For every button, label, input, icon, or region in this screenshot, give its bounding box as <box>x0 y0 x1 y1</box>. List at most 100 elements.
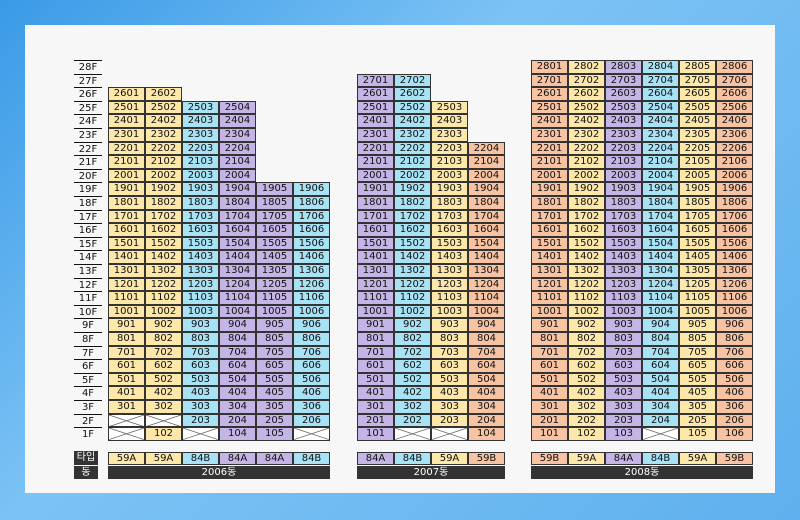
unit-cell: 902 <box>394 318 431 332</box>
unit-cell: 1804 <box>219 196 256 210</box>
unit-cell: 1402 <box>394 250 431 264</box>
floor-label-19f: 19F <box>74 182 102 195</box>
unit-cell: 1102 <box>394 291 431 305</box>
unit-type-label: 59A <box>108 452 145 465</box>
unit-cell: 1303 <box>431 264 468 278</box>
unit-cell: 401 <box>531 386 568 400</box>
unit-cell: 802 <box>145 332 182 346</box>
unit-cell: 404 <box>468 386 505 400</box>
unit-cell: 1704 <box>219 209 256 224</box>
unit-cell: 1902 <box>568 182 605 196</box>
unit-cell: 2703 <box>605 73 642 88</box>
unit-cell: 1703 <box>605 209 642 224</box>
unit-cell: 506 <box>716 372 753 387</box>
unit-cell: 1904 <box>219 182 256 196</box>
unit-cell: 2502 <box>394 100 431 115</box>
unit-cell: 904 <box>468 318 505 332</box>
unit-cell: 1004 <box>642 304 679 319</box>
unit-cell: 1604 <box>219 223 256 237</box>
unit-cell: 2501 <box>108 100 145 115</box>
unit-cell: 2001 <box>357 168 394 183</box>
unit-cell: 2106 <box>716 155 753 169</box>
unit-cell: 2402 <box>145 114 182 128</box>
floor-label-24f: 24F <box>74 114 102 127</box>
unit-cell: 304 <box>468 400 505 414</box>
unit-cell: 2101 <box>108 155 145 169</box>
unit-cell: 903 <box>605 318 642 332</box>
unit-cell: 2705 <box>679 73 716 88</box>
unit-cell: 401 <box>357 386 394 400</box>
unit-cell: 2104 <box>468 155 505 169</box>
unit-cell: 2204 <box>219 141 256 156</box>
unit-cell: 1706 <box>716 209 753 224</box>
unit-type-label: 84B <box>394 452 431 465</box>
floor-label-21f: 21F <box>74 155 102 168</box>
unit-cell: 1905 <box>679 182 716 196</box>
unit-cell: 1206 <box>716 277 753 292</box>
unit-cell: 2402 <box>568 114 605 128</box>
unit-cell: 2403 <box>182 114 219 128</box>
unit-type-label: 84A <box>256 452 293 465</box>
unit-type-label: 59B <box>468 452 505 465</box>
unit-cell: 1904 <box>642 182 679 196</box>
unit-cell: 1303 <box>182 264 219 278</box>
unit-cell: 1602 <box>145 223 182 237</box>
unit-cell: 1404 <box>219 250 256 264</box>
unit-cell: 1405 <box>679 250 716 264</box>
unit-type-label: 59A <box>431 452 468 465</box>
unit-cell: 102 <box>145 427 182 441</box>
unit-cell: 1005 <box>256 304 293 319</box>
unit-cell: 1805 <box>256 196 293 210</box>
unit-cell: 1304 <box>468 264 505 278</box>
floor-label-22f: 22F <box>74 141 102 155</box>
unit-cell: 603 <box>431 359 468 373</box>
unit-cell: 705 <box>679 345 716 360</box>
floor-label-5f: 5F <box>74 372 102 386</box>
unit-cell: 1202 <box>568 277 605 292</box>
building-name-bar: 2008동 <box>531 466 753 479</box>
unit-cell: 1204 <box>219 277 256 292</box>
unit-cell: 2104 <box>642 155 679 169</box>
unit-cell: 1405 <box>256 250 293 264</box>
unit-cell: 901 <box>357 318 394 332</box>
unit-cell: 904 <box>219 318 256 332</box>
unit-cell: 1204 <box>642 277 679 292</box>
unit-cell: 2604 <box>642 87 679 101</box>
unit-cell: 2001 <box>531 168 568 183</box>
unit-cell: 2105 <box>679 155 716 169</box>
unit-cell: 205 <box>679 413 716 428</box>
unit-cell: 902 <box>145 318 182 332</box>
unit-cell: 1104 <box>468 291 505 305</box>
type-legend-label: 타입 <box>74 451 98 465</box>
unit-cell: 704 <box>468 345 505 360</box>
unit-cell: 901 <box>531 318 568 332</box>
unit-cell: 2501 <box>357 100 394 115</box>
unit-cell: 2203 <box>431 141 468 156</box>
unit-cell: 1202 <box>394 277 431 292</box>
unit-cell: 2602 <box>394 87 431 101</box>
unit-cell: 2706 <box>716 73 753 88</box>
unit-cell: 505 <box>679 372 716 387</box>
floor-label-14f: 14F <box>74 250 102 263</box>
unit-cell: 202 <box>568 413 605 428</box>
unit-cell: 1706 <box>293 209 330 224</box>
unit-cell: 206 <box>293 413 330 428</box>
unit-cell: 2401 <box>531 114 568 128</box>
unit-type-label: 84B <box>293 452 330 465</box>
unit-cell: 2301 <box>357 128 394 142</box>
unit-cell: 602 <box>394 359 431 373</box>
unit-cell: 1003 <box>605 304 642 319</box>
floor-label-26f: 26F <box>74 87 102 100</box>
empty-unit-cell <box>108 427 145 441</box>
unit-cell: 603 <box>605 359 642 373</box>
floor-label-20f: 20F <box>74 168 102 182</box>
unit-cell: 1103 <box>605 291 642 305</box>
unit-cell: 1704 <box>468 209 505 224</box>
unit-cell: 1105 <box>679 291 716 305</box>
unit-cell: 2102 <box>145 155 182 169</box>
unit-cell: 2403 <box>431 114 468 128</box>
unit-cell: 1002 <box>568 304 605 319</box>
building-name-bar: 2006동 <box>108 466 330 479</box>
unit-cell: 106 <box>716 427 753 441</box>
unit-type-label: 84A <box>219 452 256 465</box>
